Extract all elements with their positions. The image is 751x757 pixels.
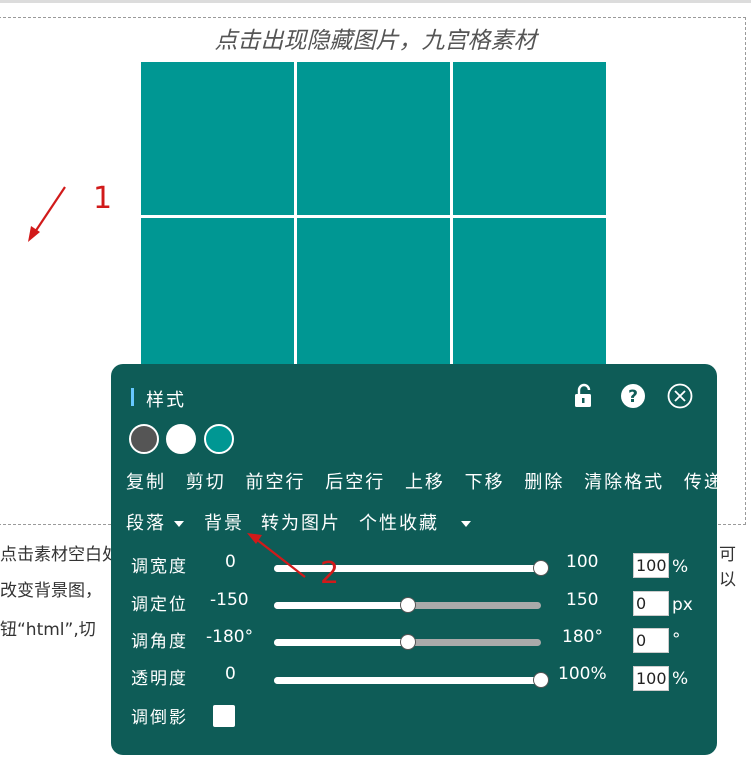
body-text-line-1: 点击素材空白处	[0, 545, 119, 565]
move-up-button[interactable]: 上移	[405, 468, 445, 494]
cut-button[interactable]: 剪切	[186, 468, 226, 494]
panel-title: 样式	[146, 390, 186, 411]
position-slider-fill	[274, 602, 408, 609]
body-text-line-2: 改变背景图，	[0, 581, 102, 601]
width-slider-thumb[interactable]	[533, 560, 549, 576]
swatch-dark-gray[interactable]	[129, 424, 159, 454]
position-unit: px	[672, 595, 693, 615]
grid-cell[interactable]	[297, 218, 450, 371]
width-input[interactable]	[633, 553, 669, 578]
opacity-label: 透明度	[131, 669, 188, 689]
position-slider[interactable]	[274, 597, 541, 613]
top-rule	[0, 0, 751, 3]
position-min: -150	[210, 590, 249, 610]
angle-min: -180°	[206, 627, 254, 647]
swatch-white[interactable]	[166, 424, 196, 454]
clear-format-button[interactable]: 清除格式	[584, 468, 664, 494]
width-label: 调宽度	[131, 557, 188, 577]
angle-unit: °	[672, 630, 681, 650]
chevron-down-icon	[174, 521, 184, 527]
unlock-icon[interactable]	[571, 383, 597, 409]
paragraph-label: 段落	[126, 513, 166, 534]
style-panel[interactable]: 样式 ? 复制 剪切 前空行 后空行 上移 下移 删除 清除格式 传递 段落 背…	[111, 364, 722, 755]
title-accent-bar	[131, 388, 134, 406]
opacity-slider-fill	[274, 677, 541, 684]
width-min: 0	[225, 552, 236, 572]
position-max: 150	[566, 590, 599, 610]
opacity-unit: %	[672, 669, 689, 689]
opacity-max: 100%	[558, 664, 607, 684]
reflection-checkbox[interactable]	[213, 705, 235, 727]
grid-caption[interactable]: 点击出现隐藏图片，九宫格素材	[0, 21, 751, 55]
angle-slider-fill	[274, 639, 408, 646]
angle-input[interactable]	[633, 628, 669, 653]
delete-button[interactable]: 删除	[524, 468, 564, 494]
paragraph-dropdown[interactable]: 段落	[126, 509, 184, 535]
grid-cell[interactable]	[141, 62, 294, 215]
grid-cell[interactable]	[453, 218, 606, 371]
opacity-slider-thumb[interactable]	[533, 672, 549, 688]
reflection-label: 调倒影	[131, 708, 188, 728]
angle-slider[interactable]	[274, 634, 541, 650]
swatch-teal[interactable]	[204, 424, 234, 454]
position-input[interactable]	[633, 591, 669, 616]
copy-button[interactable]: 复制	[126, 468, 166, 494]
background-button[interactable]: 背景	[204, 509, 244, 535]
width-max: 100	[566, 552, 599, 572]
opacity-min: 0	[225, 664, 236, 684]
width-unit: %	[672, 557, 689, 577]
opacity-slider[interactable]	[274, 672, 549, 688]
opacity-input[interactable]	[633, 666, 669, 691]
angle-max: 180°	[562, 627, 603, 647]
grid-cell[interactable]	[297, 62, 450, 215]
position-slider-thumb[interactable]	[399, 597, 416, 613]
insert-line-before-button[interactable]: 前空行	[245, 468, 305, 494]
width-slider[interactable]	[274, 560, 549, 576]
pass-button[interactable]: 传递	[684, 468, 724, 494]
position-label: 调定位	[131, 595, 188, 615]
body-text-line-3: 钮“html”,切	[0, 620, 96, 640]
chevron-down-icon	[461, 521, 471, 527]
body-text-line-1-end: 可以	[719, 545, 736, 590]
svg-text:?: ?	[628, 387, 638, 407]
angle-slider-thumb[interactable]	[399, 634, 416, 650]
help-icon[interactable]: ?	[620, 383, 646, 409]
favorites-dropdown[interactable]: 个性收藏	[359, 509, 471, 535]
move-down-button[interactable]: 下移	[465, 468, 505, 494]
insert-line-after-button[interactable]: 后空行	[325, 468, 385, 494]
convert-to-image-button[interactable]: 转为图片	[261, 509, 341, 535]
close-icon[interactable]	[667, 383, 693, 409]
action-menu-row: 复制 剪切 前空行 后空行 上移 下移 删除 清除格式 传递	[126, 468, 738, 494]
favorites-label: 个性收藏	[359, 513, 439, 534]
annotation-number-1: 1	[93, 181, 113, 216]
annotation-number-2: 2	[320, 556, 340, 591]
grid-cell[interactable]	[141, 218, 294, 371]
width-slider-fill	[274, 565, 541, 572]
angle-label: 调角度	[131, 632, 188, 652]
grid-cell[interactable]	[453, 62, 606, 215]
